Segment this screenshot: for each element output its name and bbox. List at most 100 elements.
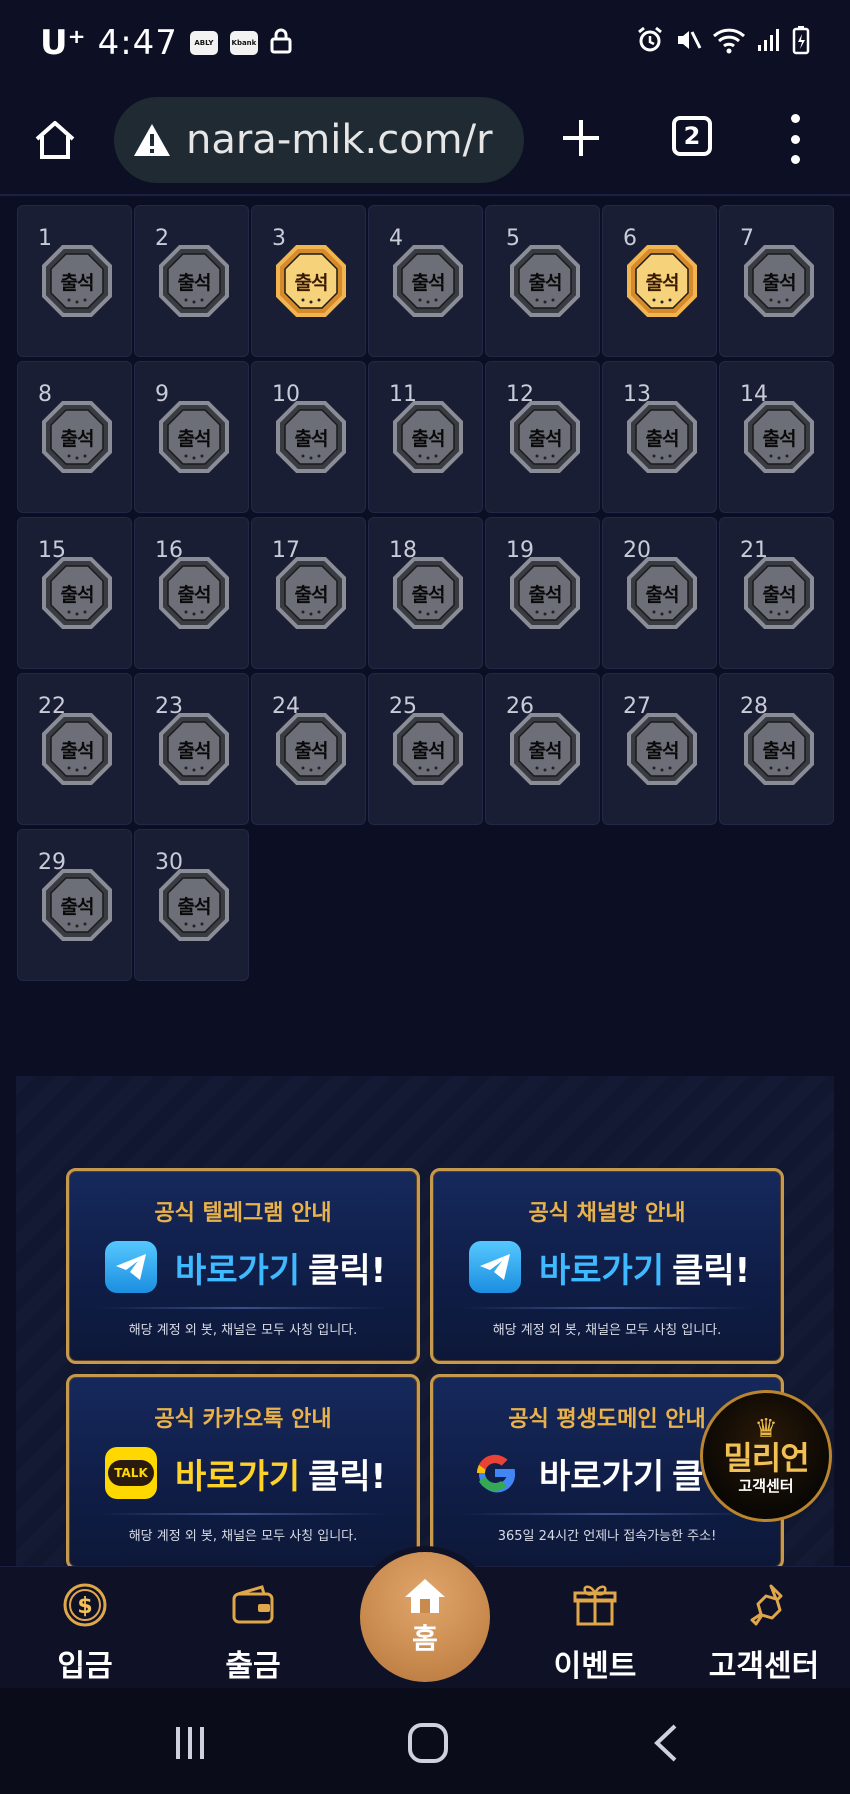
attendance-badge-icon: 출석 [158,868,230,942]
calendar-day-cell[interactable]: 10 출석 [251,361,366,513]
attendance-badge-icon: 출석 [626,712,698,786]
calendar-day-cell[interactable]: 25 출석 [368,673,483,825]
nav-label: 홈 [412,1622,438,1655]
calendar-day-cell[interactable]: 1 출석 [17,205,132,357]
badge-label: 출석 [411,272,446,294]
calendar-day-cell[interactable]: 24 출석 [251,673,366,825]
divider [463,1513,751,1515]
channel-card[interactable]: 공식 채널방 안내 바로가기 클릭! 해당 계정 외 봇, 채널은 모두 사칭 입… [430,1168,784,1364]
calendar-day-cell[interactable]: 28 출석 [719,673,834,825]
calendar-day-cell[interactable]: 8 출석 [17,361,132,513]
calendar-day-cell[interactable]: 29 출석 [17,829,132,981]
attendance-calendar: 1 출석 2 출석 3 출석 4 출석 5 출석 6 출석 7 출석 8 출석 9 출석 10 출석 11 출석 12 출석 1… [17,205,834,981]
customer-center-float-button[interactable]: ♛ 밀리언 고객센터 [700,1390,832,1522]
attendance-badge-icon: 출석 [743,712,815,786]
go-link[interactable]: 바로가기 클릭! [539,1243,750,1292]
clock: 4:47 [97,23,178,63]
calendar-day-cell[interactable]: 19 출석 [485,517,600,669]
attendance-badge-icon: 출석 [743,556,815,630]
attendance-badge-icon: 출석 [743,244,815,318]
calendar-day-cell[interactable]: 26 출석 [485,673,600,825]
card-title: 공식 채널방 안내 [528,1201,686,1226]
badge-label: 출석 [60,896,95,918]
calendar-day-cell[interactable]: 9 출석 [134,361,249,513]
badge-label: 출석 [60,272,95,294]
go-link[interactable]: 바로가기 클 [539,1449,703,1498]
calendar-day-cell[interactable]: 15 출석 [17,517,132,669]
calendar-day-cell[interactable]: 17 출석 [251,517,366,669]
click-label: 클릭! [672,1250,751,1291]
nav-home-button[interactable]: 홈 [360,1552,490,1682]
svg-text:$: $ [77,1594,92,1619]
calendar-day-cell[interactable]: 23 출석 [134,673,249,825]
calendar-day-cell[interactable]: 6 출석 [602,205,717,357]
go-link[interactable]: 바로가기 클릭! [175,1243,386,1292]
badge-label: 출석 [411,740,446,762]
badge-label: 출석 [177,272,212,294]
calendar-day-cell[interactable]: 14 출석 [719,361,834,513]
badge-label: 출석 [60,740,95,762]
calendar-day-cell[interactable]: 2 출석 [134,205,249,357]
home-icon [405,1579,445,1613]
calendar-day-cell[interactable]: 22 출석 [17,673,132,825]
calendar-day-cell[interactable]: 4 출석 [368,205,483,357]
calendar-day-cell[interactable]: 30 출석 [134,829,249,981]
calendar-day-cell[interactable]: 20 출석 [602,517,717,669]
calendar-day-cell[interactable]: 21 출석 [719,517,834,669]
badge-label: 출석 [60,584,95,606]
dot-icon [790,134,800,144]
battery-icon [792,25,810,62]
badge-label: 출석 [645,740,680,762]
kakaotalk-card[interactable]: 공식 카카오톡 안내 TALK 바로가기 클릭! 해당 계정 외 봇, 채널은 모… [66,1374,420,1570]
address-bar[interactable]: nara-mik.com/r [114,97,524,183]
card-description: 해당 계정 외 봇, 채널은 모두 사칭 입니다. [128,1323,358,1338]
calendar-day-cell[interactable]: 18 출석 [368,517,483,669]
attendance-badge-icon: 출석 [509,400,581,474]
calendar-day-cell[interactable]: 13 출석 [602,361,717,513]
more-menu-button[interactable] [780,114,810,164]
calendar-day-cell[interactable]: 3 출석 [251,205,366,357]
browser-home-button[interactable] [26,111,84,169]
calendar-day-cell[interactable]: 16 출석 [134,517,249,669]
calendar-day-cell[interactable]: 12 출석 [485,361,600,513]
attendance-badge-icon: 출석 [275,400,347,474]
back-button[interactable] [636,1718,696,1768]
carrier-label: U⁺ [40,23,86,63]
badge-label: 출석 [177,428,212,450]
kbank-app-icon: Kbank [229,31,258,55]
circle-home-icon [408,1723,448,1763]
back-chevron-icon [654,1724,677,1762]
nav-support[interactable]: 고객센터 [689,1581,839,1685]
go-label: 바로가기 [539,1456,665,1497]
bell-icon [740,1581,788,1629]
attendance-badge-icon: 출석 [392,244,464,318]
recent-apps-icon [176,1727,204,1759]
telegram-card[interactable]: 공식 텔레그램 안내 바로가기 클릭! 해당 계정 외 봇, 채널은 모두 사칭 … [66,1168,420,1364]
nav-event[interactable]: 이벤트 [520,1581,670,1685]
badge-label: 출석 [411,584,446,606]
system-home-button[interactable] [398,1718,458,1768]
dot-icon [790,155,800,164]
calendar-day-cell[interactable]: 7 출석 [719,205,834,357]
status-bar: U⁺ 4:47 ABLY Kbank [0,0,850,86]
google-icon [469,1447,521,1499]
badge-label: 출석 [528,272,563,294]
calendar-day-cell[interactable]: 5 출석 [485,205,600,357]
tab-switcher-button[interactable]: 2 [672,116,712,156]
system-navigation-bar [0,1688,850,1794]
badge-label: 출석 [294,428,329,450]
warning-icon [134,124,170,156]
nav-deposit[interactable]: $ 입금 [10,1581,160,1685]
calendar-day-cell[interactable]: 27 출석 [602,673,717,825]
nav-withdraw[interactable]: 출금 [178,1581,328,1685]
new-tab-button[interactable] [556,108,606,168]
attendance-badge-icon: 출석 [158,244,230,318]
calendar-day-cell[interactable]: 11 출석 [368,361,483,513]
recent-apps-button[interactable] [160,1718,220,1768]
attendance-badge-icon: 출석 [158,556,230,630]
badge-label: 출석 [60,428,95,450]
signal-icon [756,27,782,60]
go-link[interactable]: 바로가기 클릭! [175,1449,386,1498]
plus-icon [563,120,599,156]
divider [99,1513,387,1515]
